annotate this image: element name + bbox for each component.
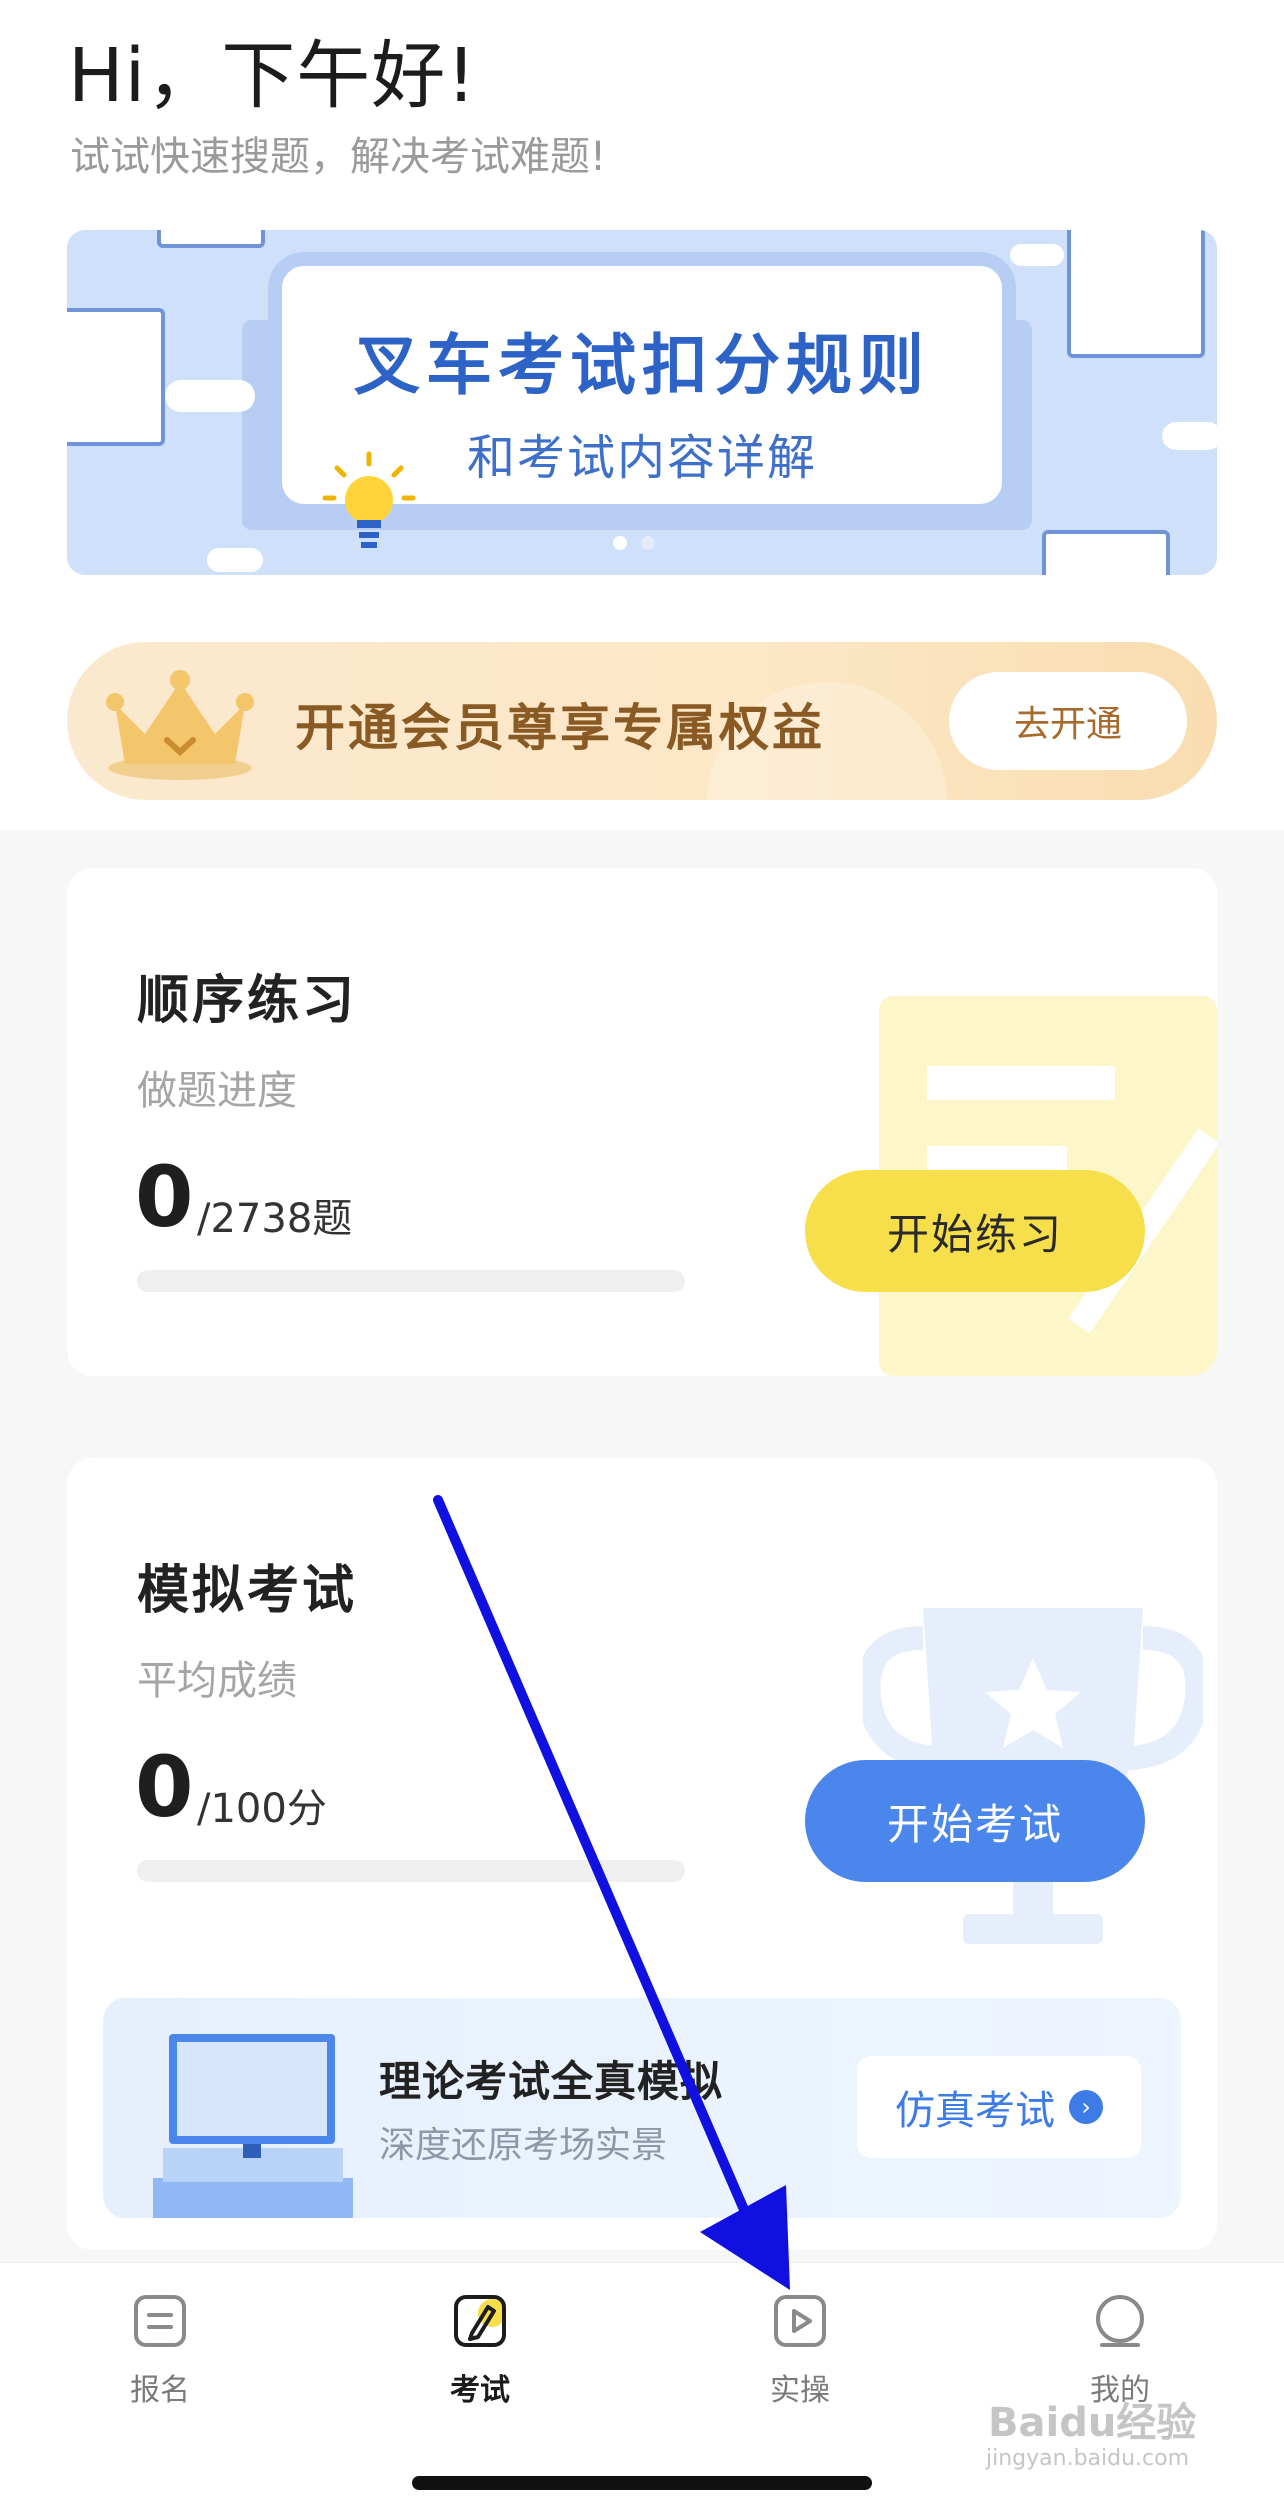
carousel-dot[interactable]: [641, 536, 655, 550]
book-illustration: [67, 308, 165, 446]
tab-label: 报名: [130, 2373, 190, 2408]
crown-icon: [106, 670, 254, 780]
membership-text: 开通会员尊享专属权益: [295, 699, 825, 757]
exam-card[interactable]: 模拟考试 平均成绩 0 /100分 开始考试 理论考试全真模拟 深度还原考场实景…: [67, 1458, 1217, 2250]
activate-membership-button[interactable]: 去开通: [949, 672, 1187, 770]
exam-progress-bar: [137, 1860, 685, 1882]
greeting-subtitle: 试试快速搜题，解决考试难题!: [70, 134, 607, 180]
exam-title: 模拟考试: [137, 1561, 358, 1621]
start-exam-button[interactable]: 开始考试: [805, 1760, 1145, 1882]
practice-total: /2738题: [197, 1196, 353, 1242]
practice-progress-label: 做题进度: [137, 1068, 297, 1114]
exam-score-label: 平均成绩: [137, 1658, 297, 1704]
promo-banner[interactable]: 叉车考试扣分规则 和考试内容详解: [67, 230, 1217, 575]
exam-pen-icon: [454, 2295, 506, 2347]
chevron-right-icon: ›: [1069, 2090, 1103, 2124]
carousel-dot[interactable]: [613, 536, 627, 550]
simulation-banner[interactable]: 理论考试全真模拟 深度还原考场实景 仿真考试 ›: [103, 1998, 1181, 2218]
carousel-dots[interactable]: [613, 536, 655, 550]
exam-total: /100分: [197, 1786, 327, 1832]
book-illustration: [1042, 530, 1170, 575]
watermark-logo: Baidu经验: [988, 2400, 1197, 2446]
simulation-exam-label: 仿真考试: [895, 2088, 1055, 2134]
banner-title: 叉车考试扣分规则: [354, 327, 930, 404]
simulation-exam-button[interactable]: 仿真考试 ›: [857, 2056, 1141, 2158]
exam-score: 0: [135, 1738, 194, 1836]
membership-bar[interactable]: 开通会员尊享专属权益 去开通: [67, 642, 1217, 800]
tab-label: 考试: [450, 2373, 510, 2408]
simulation-title: 理论考试全真模拟: [379, 2057, 724, 2106]
profile-icon: [1096, 2295, 1144, 2347]
home-indicator: [412, 2476, 872, 2490]
book-illustration: [1067, 230, 1205, 358]
cloud-illustration: [1010, 244, 1064, 266]
practice-card[interactable]: 顺序练习 做题进度 0 /2738题 开始练习: [67, 868, 1217, 1376]
cloud-illustration: [207, 548, 263, 572]
practice-progress-bar: [137, 1270, 685, 1292]
monitor-illustration: [153, 2034, 353, 2218]
simulation-subtitle: 深度还原考场实景: [379, 2125, 668, 2166]
play-icon: [774, 2295, 826, 2347]
cloud-illustration: [165, 380, 255, 412]
tab-practical[interactable]: 实操: [710, 2283, 890, 2409]
practice-done-count: 0: [135, 1148, 194, 1246]
start-practice-button[interactable]: 开始练习: [805, 1170, 1145, 1292]
book-illustration: [157, 230, 265, 248]
lightbulb-icon: [322, 451, 416, 548]
tab-register[interactable]: 报名: [70, 2283, 250, 2409]
tab-exam[interactable]: 考试: [390, 2283, 570, 2409]
watermark-url: jingyan.baidu.com: [986, 2446, 1190, 2471]
cloud-illustration: [1162, 422, 1217, 450]
tab-label: 实操: [770, 2373, 830, 2408]
form-icon: [134, 2295, 186, 2347]
practice-title: 顺序练习: [137, 971, 358, 1031]
greeting-title: Hi，下午好!: [68, 33, 477, 119]
